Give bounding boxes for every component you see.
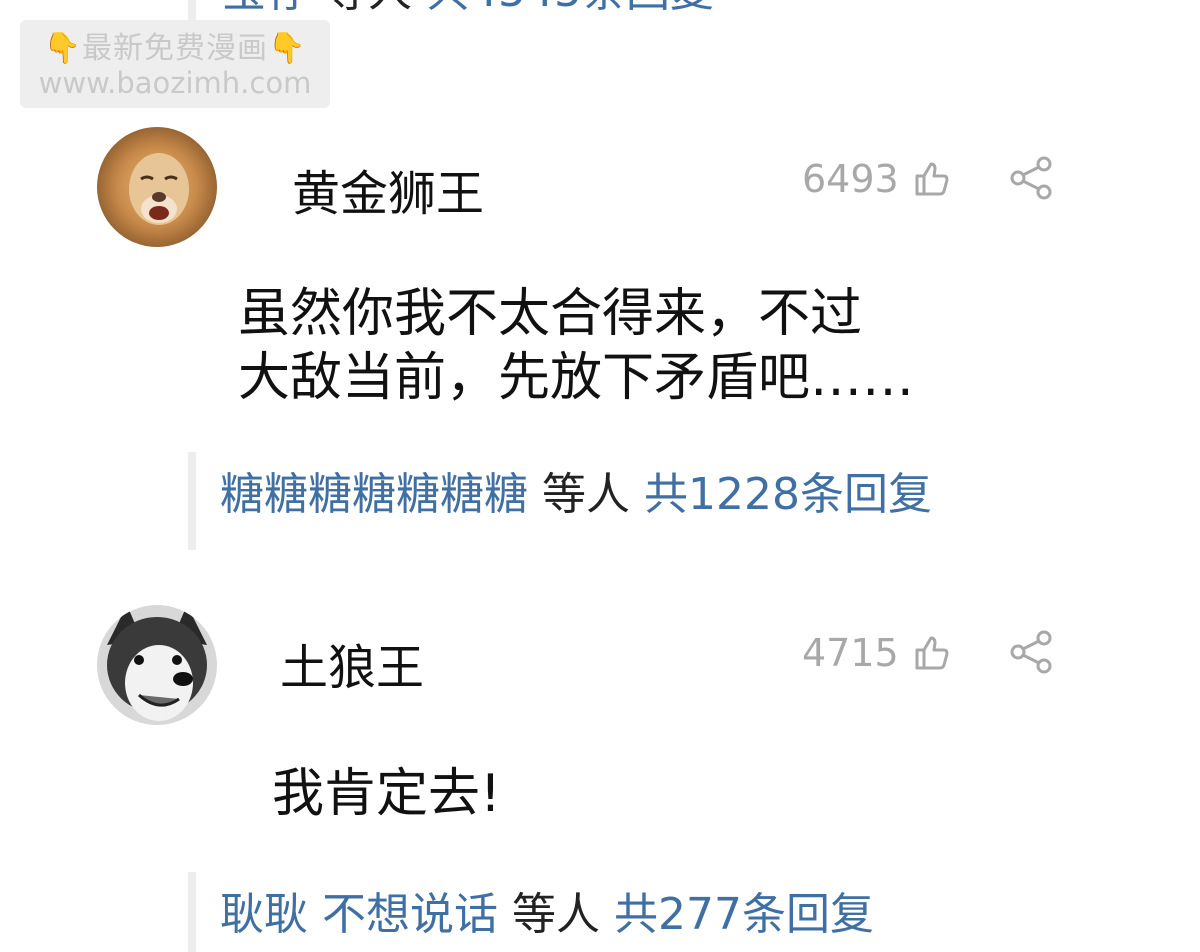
share-icon[interactable] — [1008, 154, 1056, 206]
avatar[interactable] — [97, 605, 217, 725]
comment-text-line: 虽然你我不太合得来，不过 — [238, 284, 863, 344]
pointing-hand-icon: 👇 — [43, 31, 82, 66]
pointing-hand-icon: 👇 — [268, 31, 307, 66]
like-icon[interactable] — [911, 632, 951, 679]
reply-summary[interactable]: 糖糖糖糖糖糖糖 等人 共1228条回复 — [188, 452, 932, 550]
watermark-url: www.baozimh.com — [38, 66, 312, 100]
share-icon[interactable] — [1008, 628, 1056, 680]
reply-count-link[interactable]: 共1228条回复 — [644, 469, 932, 520]
reply-count-link[interactable]: 共277条回复 — [614, 889, 874, 940]
reply-summary[interactable]: 耿耿 不想说话 等人 共277条回复 — [188, 872, 874, 952]
reply-count-link[interactable]: 共4545条回复 — [426, 0, 714, 17]
reply-suffix: 等人 — [324, 0, 412, 17]
reply-names[interactable]: 耿耿 不想说话 — [220, 889, 498, 940]
like-count: 4715 — [802, 631, 899, 675]
reply-suffix: 等人 — [512, 889, 600, 940]
reply-suffix: 等人 — [542, 469, 630, 520]
comment-text-line: 我肯定去! — [272, 764, 501, 824]
reply-names[interactable]: 宝存 — [222, 0, 310, 17]
reply-names[interactable]: 糖糖糖糖糖糖糖 — [220, 469, 528, 520]
comment-body: 我肯定去! — [272, 762, 501, 826]
like-icon[interactable] — [911, 158, 951, 205]
comment-username[interactable]: 黄金狮王 — [292, 166, 484, 222]
watermark: 👇最新免费漫画👇 www.baozimh.com — [20, 20, 330, 108]
comment-body: 虽然你我不太合得来，不过 大敌当前，先放下矛盾吧…… — [238, 282, 914, 410]
like-group[interactable]: 4715 — [802, 632, 951, 679]
watermark-text: 最新免费漫画 — [82, 31, 268, 66]
avatar[interactable] — [97, 127, 217, 247]
like-group[interactable]: 6493 — [802, 158, 951, 205]
like-count: 6493 — [802, 157, 899, 201]
comment-username[interactable]: 土狼王 — [280, 640, 424, 696]
comment-text-line: 大敌当前，先放下矛盾吧…… — [238, 348, 915, 408]
reply-summary-top[interactable]: 宝存 等人 共4545条回复 — [188, 0, 714, 20]
